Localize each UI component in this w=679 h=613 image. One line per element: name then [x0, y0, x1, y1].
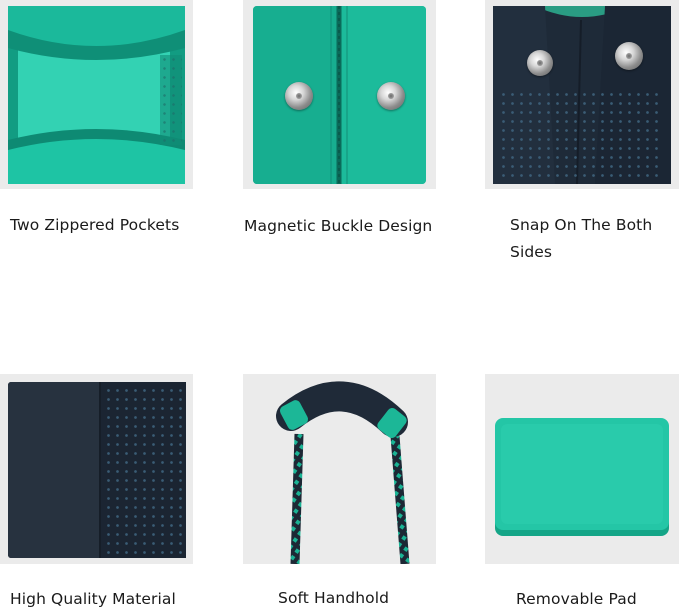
handle-photo — [243, 374, 436, 564]
magnet-right — [377, 82, 405, 110]
feature-caption: Soft Handhold — [278, 589, 390, 607]
feature-caption: Two Zippered Pockets — [10, 216, 180, 234]
magnet-left — [285, 82, 313, 110]
snap-sides-photo — [485, 0, 679, 189]
feature-caption: Snap On The Both Sides — [510, 216, 653, 261]
perforation-pattern — [499, 90, 664, 182]
perforation-pattern — [104, 386, 182, 554]
removable-pad-photo — [485, 374, 679, 564]
magnetic-buckle-illustration — [253, 6, 426, 184]
magnetic-buckle-photo — [243, 0, 436, 189]
snap-button-right — [615, 42, 643, 70]
neoprene-material-photo — [0, 374, 193, 564]
pad-illustration — [495, 418, 669, 536]
handle-illustration — [276, 381, 410, 564]
zippered-pockets-photo — [0, 0, 193, 189]
snap-button-left — [527, 50, 553, 76]
feature-caption: Magnetic Buckle Design — [244, 217, 433, 235]
perforation-pattern — [160, 55, 182, 145]
